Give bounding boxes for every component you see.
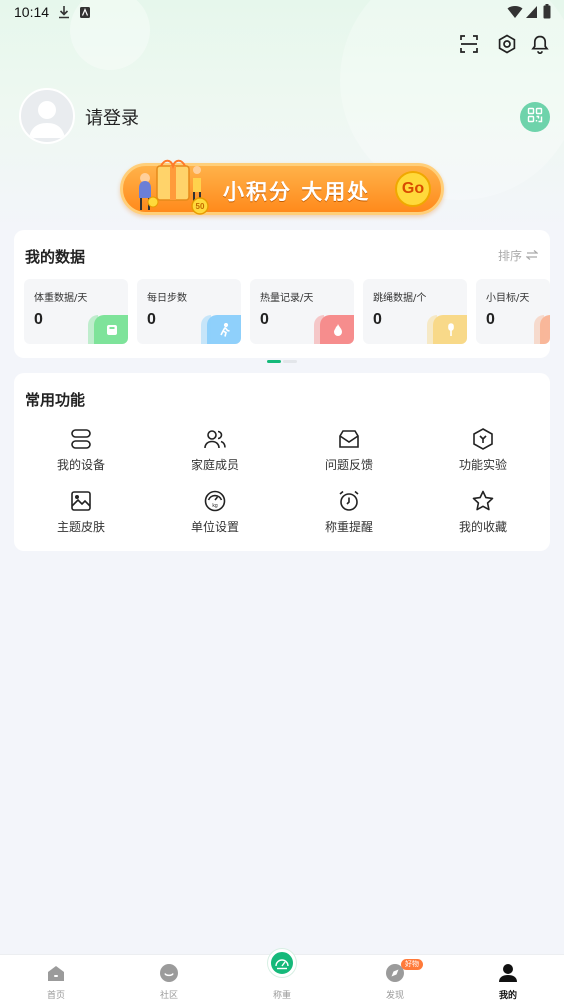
device-icon xyxy=(69,427,93,451)
func-label: 单位设置 xyxy=(190,520,239,534)
signal-icon xyxy=(525,4,538,23)
login-prompt[interactable]: 请登录 xyxy=(85,104,139,130)
download-icon xyxy=(58,4,70,23)
family-icon xyxy=(203,427,227,451)
metric-label: 跳绳数据/个 xyxy=(373,293,427,304)
metric-goal[interactable]: 小目标/天 0 xyxy=(476,279,550,344)
my-data-title: 我的数据 xyxy=(25,248,86,266)
func-label: 问题反馈 xyxy=(324,458,373,472)
common-functions-card: 常用功能 我的设备 家庭成员 问题反馈 功能实验 主题皮肤 kg 单位设置 称重… xyxy=(14,373,550,551)
flame-icon xyxy=(314,315,354,344)
func-weigh-reminder[interactable]: 称重提醒 xyxy=(294,489,404,535)
func-label: 家庭成员 xyxy=(190,458,239,472)
metric-steps[interactable]: 每日步数 0 xyxy=(137,279,241,344)
scale-icon xyxy=(88,315,128,344)
func-label: 我的设备 xyxy=(56,458,105,472)
func-label: 称重提醒 xyxy=(324,520,373,534)
bell-icon[interactable] xyxy=(528,32,552,56)
theme-icon xyxy=(69,489,93,513)
nav-community[interactable]: 社区 xyxy=(113,955,225,1004)
walking-icon xyxy=(201,315,241,344)
qr-code-button[interactable] xyxy=(520,102,550,132)
scan-icon[interactable] xyxy=(457,32,481,56)
metric-calories[interactable]: 热量记录/天 0 xyxy=(250,279,354,344)
unit-icon: kg xyxy=(203,489,227,513)
battery-icon xyxy=(543,4,551,23)
wifi-icon xyxy=(507,4,523,23)
sort-button[interactable]: 排序 xyxy=(497,247,539,264)
svg-text:kg: kg xyxy=(212,503,218,509)
metric-label: 每日步数 xyxy=(147,293,187,304)
metric-value: 0 xyxy=(147,311,156,328)
nav-label: 称重 xyxy=(272,991,291,1001)
nav-label: 我的 xyxy=(498,991,517,1001)
func-lab[interactable]: 功能实验 xyxy=(428,427,538,473)
jump-rope-icon xyxy=(427,315,467,344)
home-icon xyxy=(46,963,66,983)
scroll-indicator xyxy=(267,348,297,363)
bottom-nav: 首页 社区 称重 好物 发现 我的 xyxy=(0,949,564,1004)
func-label: 功能实验 xyxy=(458,458,507,472)
metric-value: 0 xyxy=(260,311,269,328)
func-favorites[interactable]: 我的收藏 xyxy=(428,489,538,535)
nav-badge: 好物 xyxy=(401,959,423,970)
star-icon xyxy=(471,489,495,513)
qr-code-icon xyxy=(527,107,543,127)
func-label: 主题皮肤 xyxy=(56,520,105,534)
settings-icon[interactable] xyxy=(495,32,519,56)
feedback-icon xyxy=(337,427,361,451)
banner-go-button[interactable]: Go xyxy=(395,171,431,207)
nav-home[interactable]: 首页 xyxy=(0,955,112,1004)
nav-label: 社区 xyxy=(159,991,178,1001)
swap-icon xyxy=(525,249,539,263)
lab-icon xyxy=(471,427,495,451)
nav-weigh[interactable]: 称重 xyxy=(226,949,338,1004)
metric-value: 0 xyxy=(373,311,382,328)
coin-label: 50 xyxy=(196,202,205,211)
my-data-card: 我的数据 排序 体重数据/天 0 每日步数 0 热量记录/天 0 跳绳数据/个 … xyxy=(14,230,550,363)
alarm-icon xyxy=(337,489,361,513)
func-unit-settings[interactable]: kg 单位设置 xyxy=(160,489,270,535)
target-icon xyxy=(534,315,550,344)
func-feedback[interactable]: 问题反馈 xyxy=(294,427,404,473)
weigh-icon xyxy=(268,949,296,977)
profile-icon xyxy=(498,963,518,983)
func-label: 我的收藏 xyxy=(458,520,507,534)
func-family-members[interactable]: 家庭成员 xyxy=(160,427,270,473)
func-theme[interactable]: 主题皮肤 xyxy=(26,489,136,535)
community-icon xyxy=(159,963,179,983)
metric-jump-rope[interactable]: 跳绳数据/个 0 xyxy=(363,279,467,344)
metric-label: 小目标/天 xyxy=(486,293,530,304)
metric-label: 热量记录/天 xyxy=(260,293,314,304)
nav-label: 发现 xyxy=(385,991,404,1001)
nav-discover[interactable]: 好物 发现 xyxy=(339,955,451,1004)
metric-value: 0 xyxy=(34,311,43,328)
nav-label: 首页 xyxy=(46,991,65,1001)
banner-title: 小积分 大用处 xyxy=(223,180,371,204)
status-time: 10:14 xyxy=(14,4,50,20)
app-notification-icon xyxy=(79,4,91,23)
metric-weight[interactable]: 体重数据/天 0 xyxy=(24,279,128,344)
metric-label: 体重数据/天 xyxy=(34,293,88,304)
metric-value: 0 xyxy=(486,311,495,328)
points-banner[interactable]: 50 小积分 大用处 Go xyxy=(120,159,444,215)
nav-profile[interactable]: 我的 xyxy=(452,955,564,1004)
status-bar: 10:14 xyxy=(0,0,564,26)
func-my-devices[interactable]: 我的设备 xyxy=(26,427,136,473)
sort-label: 排序 xyxy=(497,249,522,263)
common-functions-title: 常用功能 xyxy=(25,391,86,409)
gift-box-illustration: 50 xyxy=(133,158,213,220)
avatar[interactable] xyxy=(19,88,75,144)
